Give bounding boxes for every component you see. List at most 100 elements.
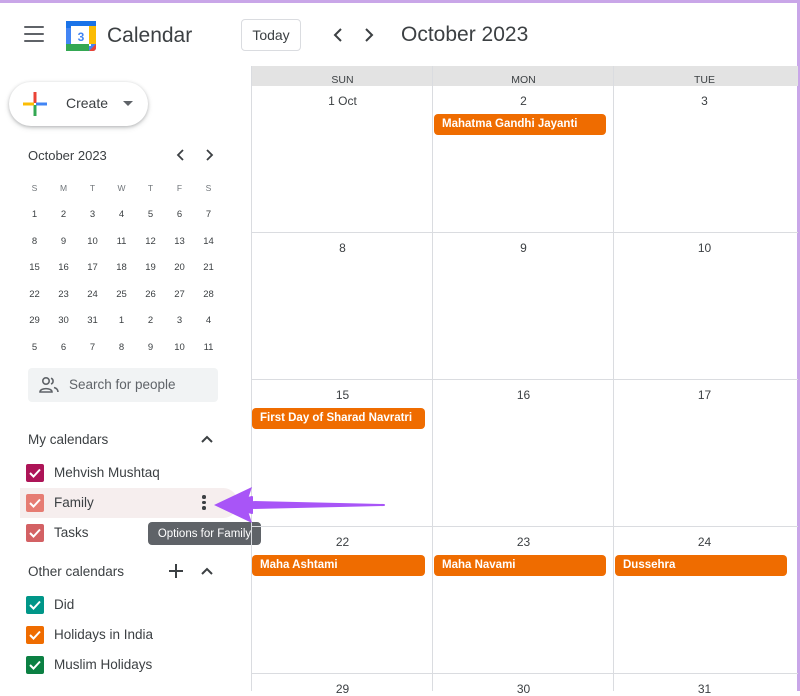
calendar-label: Holidays in India	[54, 627, 154, 642]
mini-day[interactable]: 19	[136, 262, 165, 273]
event-chip[interactable]: First Day of Sharad Navratri	[252, 408, 425, 429]
day-number[interactable]: 30	[433, 682, 614, 696]
day-header-tue: TUE	[694, 74, 715, 86]
mini-day[interactable]: 7	[78, 342, 107, 353]
mini-day[interactable]: 17	[78, 262, 107, 273]
other-calendars-title[interactable]: Other calendars	[28, 564, 124, 579]
event-chip[interactable]: Mahatma Gandhi Jayanti	[434, 114, 606, 135]
mini-day[interactable]: 28	[194, 289, 223, 300]
day-number[interactable]: 10	[614, 241, 795, 255]
calendar-checkbox[interactable]	[26, 464, 44, 482]
day-header-sun: SUN	[331, 74, 354, 86]
mini-day[interactable]: 2	[49, 209, 78, 220]
next-period-icon[interactable]	[360, 25, 378, 45]
mini-day[interactable]: 10	[165, 342, 194, 353]
day-number[interactable]: 17	[614, 388, 795, 402]
mini-day[interactable]: 27	[165, 289, 194, 300]
mini-day[interactable]: 6	[165, 209, 194, 220]
mini-day[interactable]: 2	[136, 315, 165, 326]
event-chip[interactable]: Maha Ashtami	[252, 555, 425, 576]
calendar-item-muslim-holidays[interactable]: Muslim Holidays	[20, 650, 238, 680]
mini-day[interactable]: 6	[49, 342, 78, 353]
add-other-calendar-icon[interactable]	[169, 564, 183, 578]
day-number[interactable]: 15	[252, 388, 433, 402]
create-button[interactable]: Create	[9, 82, 148, 126]
mini-day[interactable]: 1	[20, 209, 49, 220]
calendar-label: Mehvish Mushtaq	[54, 465, 160, 480]
search-people-input[interactable]: Search for people	[28, 368, 218, 402]
mini-day[interactable]: 23	[49, 289, 78, 300]
mini-day[interactable]: 12	[136, 236, 165, 247]
caret-down-icon	[123, 101, 133, 106]
top-header: 3 Calendar Today October 2023	[0, 3, 797, 65]
mini-day[interactable]: 16	[49, 262, 78, 273]
mini-day[interactable]: 31	[78, 315, 107, 326]
collapse-my-calendars-icon[interactable]	[200, 434, 214, 444]
mini-day[interactable]: 9	[49, 236, 78, 247]
mini-prev-month-icon[interactable]	[175, 147, 187, 163]
day-number[interactable]: 24	[614, 535, 795, 549]
mini-week-row: 29 30 31 1 2 3 4	[20, 308, 223, 335]
mini-week-row: 5 6 7 8 9 10 11	[20, 334, 223, 361]
svg-text:3: 3	[78, 30, 85, 44]
mini-day[interactable]: 5	[136, 209, 165, 220]
mini-day[interactable]: 15	[20, 262, 49, 273]
day-number[interactable]: 3	[614, 94, 795, 108]
mini-day[interactable]: 14	[194, 236, 223, 247]
calendar-item-did[interactable]: Did	[20, 590, 238, 620]
calendar-label: Family	[54, 495, 94, 510]
day-number[interactable]: 16	[433, 388, 614, 402]
day-number[interactable]: 29	[252, 682, 433, 696]
mini-day[interactable]: 29	[20, 315, 49, 326]
mini-day[interactable]: 3	[165, 315, 194, 326]
event-chip[interactable]: Maha Navami	[434, 555, 606, 576]
mini-day[interactable]: 11	[107, 236, 136, 247]
mini-day[interactable]: 11	[194, 342, 223, 353]
mini-day[interactable]: 21	[194, 262, 223, 273]
mini-day[interactable]: 4	[194, 315, 223, 326]
month-grid: SUN MON TUE 1 Oct 2 3 Mahatma Gandhi Jay…	[251, 66, 798, 696]
mini-day[interactable]: 4	[107, 209, 136, 220]
calendar-checkbox[interactable]	[26, 626, 44, 644]
weekday-label: T	[89, 183, 96, 194]
mini-day[interactable]: 3	[78, 209, 107, 220]
collapse-other-calendars-icon[interactable]	[200, 566, 214, 576]
day-number[interactable]: 23	[433, 535, 614, 549]
mini-day[interactable]: 22	[20, 289, 49, 300]
mini-day[interactable]: 18	[107, 262, 136, 273]
calendar-checkbox[interactable]	[26, 494, 44, 512]
calendar-checkbox[interactable]	[26, 656, 44, 674]
mini-day[interactable]: 13	[165, 236, 194, 247]
previous-period-icon[interactable]	[330, 25, 348, 45]
day-number[interactable]: 9	[433, 241, 614, 255]
mini-day[interactable]: 25	[107, 289, 136, 300]
row-divider	[252, 526, 798, 527]
mini-day[interactable]: 10	[78, 236, 107, 247]
day-number[interactable]: 22	[252, 535, 433, 549]
event-chip[interactable]: Dussehra	[615, 555, 787, 576]
today-button[interactable]: Today	[241, 19, 301, 51]
mini-day[interactable]: 1	[107, 315, 136, 326]
calendar-item-holidays-in-india[interactable]: Holidays in India	[20, 620, 238, 650]
day-number[interactable]: 1 Oct	[252, 94, 433, 108]
day-number[interactable]: 8	[252, 241, 433, 255]
mini-week-row: 1 2 3 4 5 6 7	[20, 202, 223, 229]
day-number[interactable]: 31	[614, 682, 795, 696]
mini-day[interactable]: 9	[136, 342, 165, 353]
mini-day[interactable]: 26	[136, 289, 165, 300]
mini-next-month-icon[interactable]	[203, 147, 215, 163]
calendar-checkbox[interactable]	[26, 596, 44, 614]
mini-day[interactable]: 7	[194, 209, 223, 220]
calendar-logo-icon: 3	[66, 21, 96, 51]
calendar-checkbox[interactable]	[26, 524, 44, 542]
day-number[interactable]: 2	[433, 94, 614, 108]
main-menu-icon[interactable]	[24, 26, 44, 42]
mini-day[interactable]: 8	[20, 236, 49, 247]
mini-day[interactable]: 24	[78, 289, 107, 300]
mini-day[interactable]: 20	[165, 262, 194, 273]
mini-day[interactable]: 30	[49, 315, 78, 326]
mini-day[interactable]: 5	[20, 342, 49, 353]
my-calendars-title[interactable]: My calendars	[28, 432, 108, 447]
weekday-label: W	[117, 183, 126, 194]
mini-day[interactable]: 8	[107, 342, 136, 353]
